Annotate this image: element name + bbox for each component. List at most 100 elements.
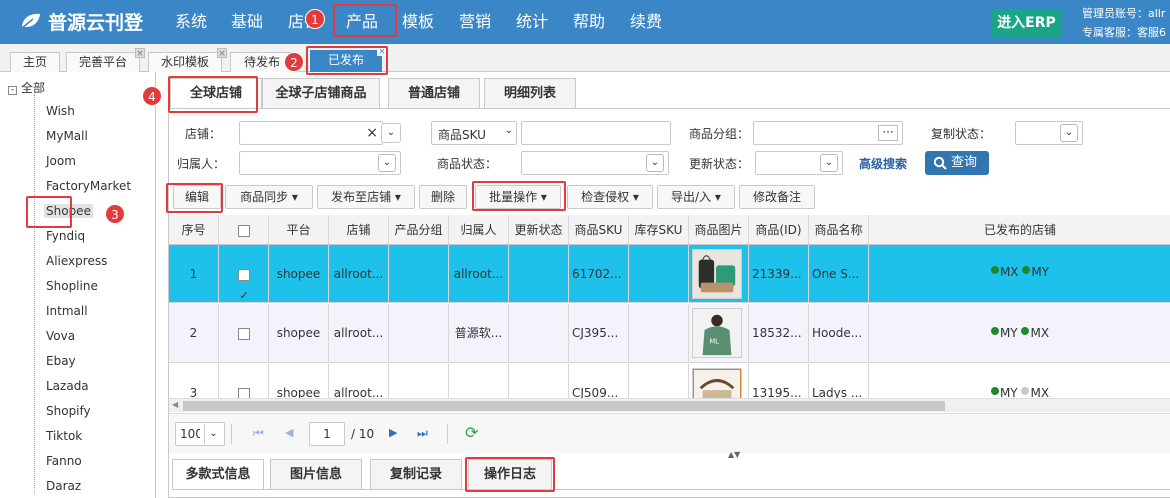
tab-watermark-template[interactable]: 水印模板 ×: [148, 48, 227, 72]
col-update-status[interactable]: 更新状态: [509, 215, 569, 244]
shop-dropdown-icon[interactable]: ⌄: [381, 123, 401, 143]
logo[interactable]: 普源云刊登: [20, 7, 143, 35]
table-row[interactable]: 2 shopee allroot... 普源软... CJ395... ML 1…: [169, 304, 1170, 363]
row-checkbox[interactable]: [237, 387, 250, 398]
search-button[interactable]: 查询: [925, 151, 989, 175]
close-icon[interactable]: ×: [217, 48, 227, 59]
subtab-global-shop[interactable]: 全球店铺: [170, 78, 262, 109]
import-export-button[interactable]: 导出/入 ▾: [657, 185, 735, 209]
nav-renew[interactable]: 续费: [630, 0, 662, 44]
tree-item-mymall[interactable]: MyMall: [46, 129, 88, 143]
edit-remark-button[interactable]: 修改备注: [739, 185, 815, 209]
bottom-tab-operation-log[interactable]: 操作日志: [468, 459, 552, 489]
product-image[interactable]: ML: [692, 308, 742, 358]
tree-item-tiktok[interactable]: Tiktok: [46, 429, 82, 443]
group-label: 商品分组：: [689, 127, 750, 141]
owner-select[interactable]: ⌄: [239, 151, 401, 175]
publish-to-shop-button[interactable]: 发布至店铺 ▾: [317, 185, 415, 209]
tree-item-intmall[interactable]: Intmall: [46, 304, 88, 318]
clear-icon[interactable]: ×: [366, 125, 378, 141]
check-infringement-button[interactable]: 检查侵权 ▾: [567, 185, 653, 209]
bottom-tab-images[interactable]: 图片信息: [270, 459, 362, 489]
prev-page-icon[interactable]: ◀: [285, 426, 293, 439]
row-checkbox[interactable]: [237, 267, 250, 302]
nav-system[interactable]: 系统: [175, 0, 207, 44]
tree-item-fyndiq[interactable]: Fyndiq: [46, 229, 85, 243]
advanced-search-link[interactable]: 高级搜索: [859, 155, 907, 172]
sku-type-select[interactable]: 商品SKU ⌄: [431, 121, 517, 145]
first-page-icon[interactable]: ⏮: [253, 426, 264, 441]
tree-item-vova[interactable]: Vova: [46, 329, 75, 343]
scrollbar-thumb[interactable]: [183, 401, 945, 411]
tab-published[interactable]: 已发布 ×: [310, 46, 387, 72]
page-number-input[interactable]: 1: [309, 422, 345, 446]
sku-input[interactable]: [521, 121, 671, 145]
col-sku[interactable]: 商品SKU: [569, 215, 629, 244]
col-platform[interactable]: 平台: [269, 215, 329, 244]
col-product-name[interactable]: 商品名称: [809, 215, 869, 244]
nav-help[interactable]: 帮助: [573, 0, 605, 44]
bottom-tab-copy-records[interactable]: 复制记录: [370, 459, 462, 489]
nav-product[interactable]: 产品: [346, 0, 378, 44]
col-shop[interactable]: 店铺: [329, 215, 389, 244]
tree-item-fanno[interactable]: Fanno: [46, 454, 82, 468]
subtab-global-sub-shop[interactable]: 全球子店铺商品: [262, 78, 380, 108]
next-page-icon[interactable]: ▶: [389, 426, 397, 439]
status-dot: [990, 266, 999, 274]
tree-item-joom[interactable]: Joom: [46, 154, 76, 168]
nav-marketing[interactable]: 营销: [459, 0, 491, 44]
shop-select[interactable]: ×: [239, 121, 383, 145]
chevron-down-icon: ⌄: [378, 154, 396, 172]
splitter-handle-icon[interactable]: ▲▼: [728, 450, 740, 459]
last-page-icon[interactable]: ⏭: [417, 426, 428, 441]
bottom-tab-variants[interactable]: 多款式信息: [172, 459, 264, 489]
close-icon[interactable]: ×: [377, 46, 387, 57]
tree-item-lazada[interactable]: Lazada: [46, 379, 89, 393]
row-checkbox[interactable]: [237, 327, 250, 340]
horizontal-scrollbar[interactable]: ◀: [169, 398, 1170, 412]
col-stock-sku[interactable]: 库存SKU: [629, 215, 689, 244]
tree-item-aliexpress[interactable]: Aliexpress: [46, 254, 107, 268]
product-image[interactable]: [692, 249, 742, 299]
update-status-select[interactable]: ⌄: [755, 151, 843, 175]
subtab-detail-list[interactable]: 明细列表: [484, 78, 576, 108]
tree-item-ebay[interactable]: Ebay: [46, 354, 76, 368]
select-all-checkbox[interactable]: [237, 224, 250, 237]
table-row[interactable]: 3 shopee allroot... CJ509... 13195... La…: [169, 364, 1170, 398]
col-owner[interactable]: 归属人: [449, 215, 509, 244]
published-stores: MX MY: [869, 245, 1170, 302]
nav-basic[interactable]: 基础: [231, 0, 263, 44]
col-product-id[interactable]: 商品(ID): [749, 215, 809, 244]
tree-item-daraz[interactable]: Daraz: [46, 479, 81, 493]
product-status-select[interactable]: ⌄: [521, 151, 669, 175]
collapse-icon[interactable]: -: [8, 86, 17, 95]
batch-operation-button[interactable]: 批量操作 ▾: [475, 185, 561, 209]
tree-item-shopee[interactable]: Shopee: [44, 204, 93, 218]
more-options-icon[interactable]: ···: [878, 125, 898, 141]
svg-text:ML: ML: [709, 338, 719, 346]
page-size-select[interactable]: 100 ⌄: [175, 422, 225, 446]
refresh-icon[interactable]: ⟳: [465, 423, 478, 442]
delete-button[interactable]: 删除: [419, 185, 467, 209]
copy-status-select[interactable]: ⌄: [1015, 121, 1083, 145]
tab-home[interactable]: 主页: [10, 52, 60, 72]
close-icon[interactable]: ×: [135, 48, 145, 59]
table-row[interactable]: 1 shopee allroot... allroot... 61702...: [169, 245, 1170, 303]
nav-template[interactable]: 模板: [402, 0, 434, 44]
tree-item-shopline[interactable]: Shopline: [46, 279, 98, 293]
col-select-all[interactable]: [219, 215, 269, 244]
enter-erp-button[interactable]: 进入ERP: [992, 9, 1061, 38]
group-input[interactable]: ···: [753, 121, 903, 145]
tree-item-shopify[interactable]: Shopify: [46, 404, 91, 418]
product-sync-button[interactable]: 商品同步 ▾: [225, 185, 313, 209]
subtab-normal-shop[interactable]: 普通店铺: [388, 78, 480, 108]
tree-item-wish[interactable]: Wish: [46, 104, 75, 118]
product-image[interactable]: [692, 368, 742, 398]
scroll-left-icon[interactable]: ◀: [172, 400, 178, 409]
col-group[interactable]: 产品分组: [389, 215, 449, 244]
nav-statistics[interactable]: 统计: [516, 0, 548, 44]
tree-root-all[interactable]: - 全部: [8, 79, 45, 96]
tree-item-factorymarket[interactable]: FactoryMarket: [46, 179, 131, 193]
edit-button[interactable]: 编辑: [173, 185, 221, 209]
tab-complete-platform[interactable]: 完善平台 ×: [66, 48, 145, 72]
